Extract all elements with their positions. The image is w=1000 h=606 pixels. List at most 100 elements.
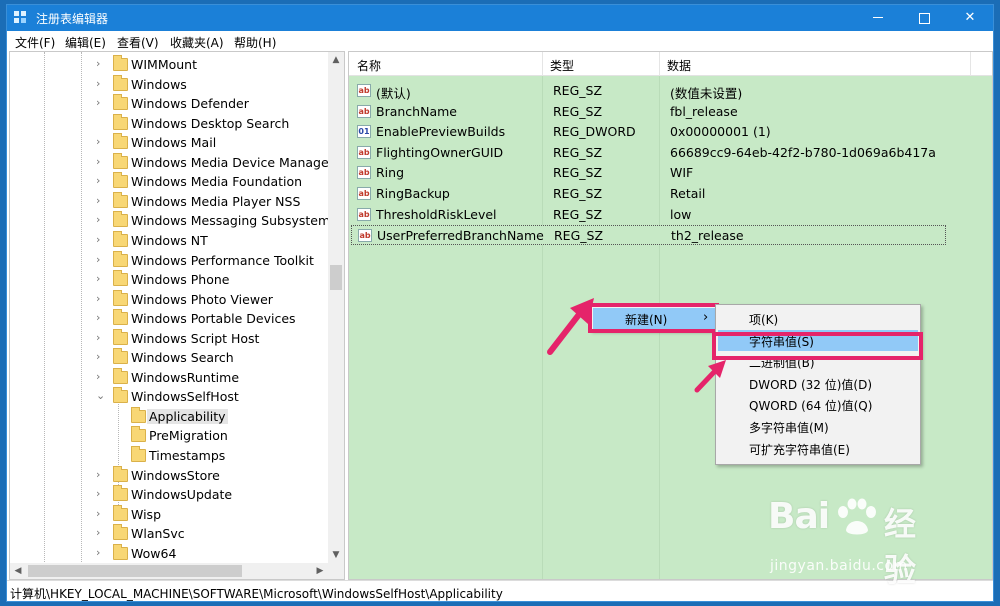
expand-arrow-icon[interactable]: › (96, 272, 106, 285)
maximize-button[interactable] (901, 5, 947, 31)
menu-favorites[interactable]: 收藏夹(A) (170, 34, 224, 51)
expand-arrow-icon[interactable]: › (96, 292, 106, 305)
tree-item-label: Wow64 (131, 545, 177, 561)
expand-arrow-icon[interactable]: › (96, 155, 106, 168)
column-separator[interactable] (970, 52, 971, 76)
tree-item[interactable]: › Windows Phone (10, 270, 330, 290)
tree-item[interactable]: › Windows Script Host (10, 328, 330, 349)
value-row[interactable]: ab UserPreferredBranchName REG_SZ th2_relea… (351, 225, 946, 246)
tree-item-label: Wisp (131, 506, 162, 522)
scroll-up-arrow-icon[interactable]: ▲ (328, 52, 344, 68)
tree-item[interactable]: › Windows Media Device Manager (10, 152, 334, 173)
window-title: 注册表编辑器 (36, 12, 109, 26)
tree-item[interactable]: › Windows Mail (10, 133, 330, 153)
tree-item[interactable]: Windows Desktop Search (10, 113, 330, 134)
expand-arrow-icon[interactable]: › (96, 77, 106, 90)
scroll-down-arrow-icon[interactable]: ▼ (328, 547, 344, 563)
submenu-item[interactable]: 可扩充字符串值(E) (716, 438, 920, 459)
column-header-data[interactable]: 数据 (667, 57, 691, 74)
collapse-arrow-icon[interactable]: ⌄ (96, 389, 106, 402)
value-row[interactable]: ab ThresholdRiskLevel REG_SZ low (351, 205, 946, 225)
value-row[interactable]: ab RingBackup REG_SZ Retail (351, 184, 946, 204)
watermark-brand-right: 经验 (884, 505, 916, 589)
submenu-item-label: 可扩充字符串值(E) (749, 442, 850, 457)
tree-item[interactable]: › Windows Messaging Subsystem (10, 211, 330, 231)
tree-item[interactable]: › Wow64 (10, 543, 330, 564)
expand-arrow-icon[interactable]: › (96, 233, 106, 246)
tree-vertical-scrollbar[interactable]: ▲ ▼ (328, 52, 344, 563)
submenu-item[interactable]: DWORD (32 位)值(D) (716, 373, 920, 394)
tree-item[interactable]: › Windows Media Player NSS (10, 191, 330, 212)
value-row[interactable]: ab Ring REG_SZ WIF (351, 163, 946, 183)
value-row[interactable]: ab BranchName REG_SZ fbl_release (351, 102, 946, 122)
title-bar[interactable]: 注册表编辑器 ✕ (7, 5, 993, 31)
tree-item[interactable]: Timestamps (10, 446, 330, 466)
column-header-type[interactable]: 类型 (550, 57, 574, 74)
tree-horizontal-scrollbar[interactable]: ◀ ▶ (10, 563, 344, 579)
tree-item[interactable]: › Wisp (10, 504, 330, 525)
menu-help[interactable]: 帮助(H) (234, 34, 276, 51)
tree-item[interactable]: › Windows Portable Devices (10, 309, 330, 329)
column-separator[interactable] (542, 52, 543, 76)
tree-item-label: Windows Script Host (131, 330, 260, 346)
tree-item-label: PreMigration (149, 428, 228, 444)
value-type: REG_SZ (553, 103, 603, 119)
expand-arrow-icon[interactable]: › (96, 526, 106, 539)
column-header-name[interactable]: 名称 (357, 57, 381, 74)
expand-arrow-icon[interactable]: › (96, 370, 106, 383)
tree-item-label: Applicability (147, 408, 228, 424)
tree-item[interactable]: PreMigration (10, 426, 330, 446)
expand-arrow-icon[interactable]: › (96, 253, 106, 266)
tree-item[interactable]: › WindowsUpdate (10, 485, 330, 505)
tree-item[interactable]: › WindowsRuntime (10, 367, 330, 388)
tree-item[interactable]: Applicability (10, 406, 330, 427)
tree-item[interactable]: › Windows Defender (10, 94, 330, 114)
value-data: (数值未设置) (670, 86, 743, 101)
submenu-item[interactable]: 多字符串值(M) (716, 416, 920, 437)
tree-item[interactable]: › Windows NT (10, 230, 330, 251)
value-row[interactable]: 01 EnablePreviewBuilds REG_DWORD 0x00000001… (351, 122, 946, 142)
menu-bar: 文件(F) 编辑(E) 查看(V) 收藏夹(A) 帮助(H) (7, 31, 993, 51)
string-value-icon: ab (357, 207, 371, 221)
expand-arrow-icon[interactable]: › (96, 331, 106, 344)
menu-view[interactable]: 查看(V) (117, 34, 159, 51)
tree-item[interactable]: › Windows Media Foundation (10, 172, 330, 192)
submenu-item[interactable]: 项(K) (716, 308, 920, 329)
scroll-right-arrow-icon[interactable]: ▶ (312, 563, 328, 579)
expand-arrow-icon[interactable]: › (96, 194, 106, 207)
expand-arrow-icon[interactable]: › (96, 546, 106, 559)
expand-arrow-icon[interactable]: › (96, 311, 106, 324)
tree-item[interactable]: › WlanSvc (10, 524, 330, 544)
tree-item[interactable]: › Windows Performance Toolkit (10, 250, 330, 271)
menu-edit[interactable]: 编辑(E) (65, 34, 106, 51)
scroll-left-arrow-icon[interactable]: ◀ (10, 563, 26, 579)
column-separator[interactable] (659, 52, 660, 76)
minimize-button[interactable] (855, 5, 901, 31)
tree-item[interactable]: › WIMMount (10, 55, 330, 75)
expand-arrow-icon[interactable]: › (96, 350, 106, 363)
value-row[interactable]: ab FlightingOwnerGUID REG_SZ 66689cc9-64eb-… (351, 143, 946, 163)
menu-file[interactable]: 文件(F) (15, 34, 55, 51)
key-tree-pane[interactable]: › WIMMount › Windows › Windows Defender Window… (9, 51, 345, 580)
expand-arrow-icon[interactable]: › (96, 135, 106, 148)
expand-arrow-icon[interactable]: › (96, 57, 106, 70)
close-button[interactable]: ✕ (947, 5, 993, 31)
tree-item[interactable]: › WindowsStore (10, 465, 330, 486)
scroll-thumb[interactable] (28, 565, 242, 577)
expand-arrow-icon[interactable]: › (96, 213, 106, 226)
value-row[interactable]: ab (默认) REG_SZ (数值未设置) (351, 81, 946, 101)
submenu-item-label: 项(K) (749, 313, 779, 327)
expand-arrow-icon[interactable]: › (96, 487, 106, 500)
expand-arrow-icon[interactable]: › (96, 468, 106, 481)
tree-item[interactable]: › Windows (10, 74, 330, 95)
tree-item[interactable]: › Windows Photo Viewer (10, 289, 330, 310)
expand-arrow-icon[interactable]: › (96, 174, 106, 187)
submenu-item[interactable]: QWORD (64 位)值(Q) (716, 394, 920, 415)
red-arrow-2-icon (694, 360, 726, 393)
tree-item[interactable]: › Windows Search (10, 348, 330, 368)
expand-arrow-icon[interactable]: › (96, 507, 106, 520)
expand-arrow-icon[interactable]: › (96, 96, 106, 109)
folder-icon (113, 348, 128, 365)
tree-item[interactable]: ⌄ WindowsSelfHost (10, 387, 330, 407)
scroll-thumb[interactable] (330, 265, 342, 290)
